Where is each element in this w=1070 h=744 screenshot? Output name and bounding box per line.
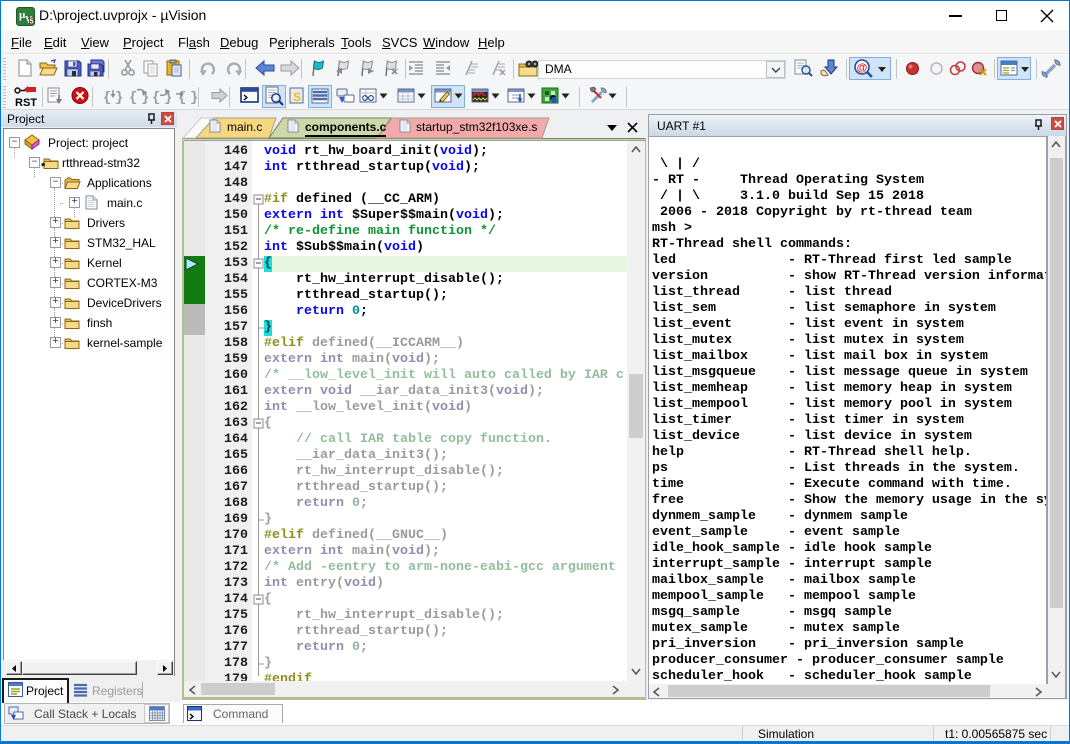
- svg-text:{: {: [178, 90, 186, 105]
- svg-text:S: S: [293, 90, 301, 104]
- svg-text:}: }: [115, 90, 123, 105]
- svg-text:RST: RST: [15, 97, 37, 108]
- svg-text:5: 5: [30, 19, 34, 26]
- svg-text:{: {: [129, 90, 137, 105]
- svg-text:@: @: [857, 62, 868, 74]
- svg-text:{: {: [152, 90, 160, 105]
- svg-text:{: {: [103, 90, 111, 105]
